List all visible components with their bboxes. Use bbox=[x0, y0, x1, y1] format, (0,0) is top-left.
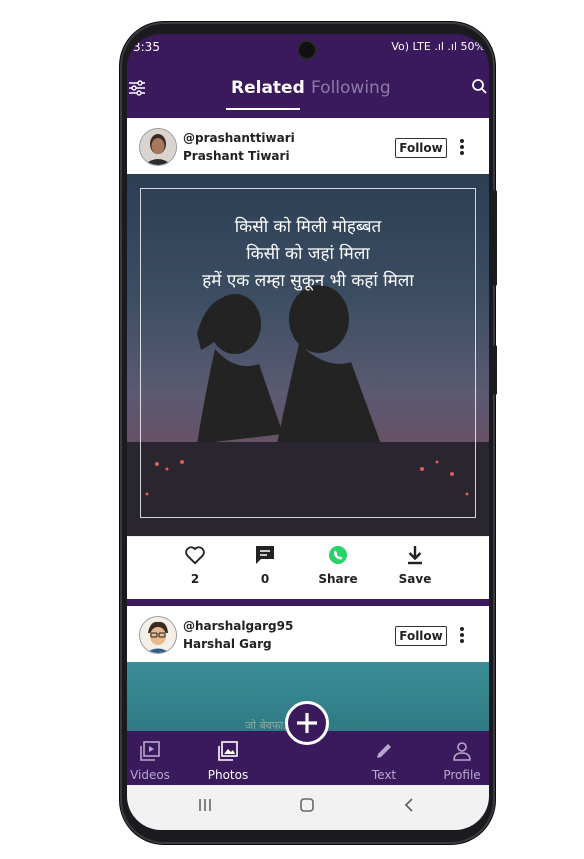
nav-text-label: Text bbox=[371, 768, 397, 782]
share-label: Share bbox=[318, 572, 358, 586]
feed[interactable]: @prashanttiwari Prashant Tiwari Follow क… bbox=[127, 118, 489, 732]
back-icon[interactable] bbox=[401, 797, 417, 817]
quote-line-1: किसी को मिली मोहब्बत bbox=[234, 217, 382, 237]
like-count: 2 bbox=[190, 572, 200, 586]
follow-button[interactable]: Follow bbox=[395, 626, 447, 646]
post-header: @harshalgarg95 Harshal Garg Follow bbox=[127, 606, 489, 662]
nav-photos-label: Photos bbox=[207, 768, 249, 782]
more-options-icon[interactable] bbox=[459, 626, 465, 648]
comment-count: 0 bbox=[260, 572, 270, 586]
avatar[interactable] bbox=[139, 128, 177, 166]
avatar[interactable] bbox=[139, 616, 177, 654]
top-bar: Related Following bbox=[127, 62, 489, 118]
comment-icon bbox=[256, 546, 274, 564]
post-author-name: Prashant Tiwari bbox=[183, 149, 290, 163]
front-camera bbox=[299, 42, 315, 58]
nav-profile-label: Profile bbox=[443, 768, 481, 782]
video-library-icon bbox=[140, 741, 160, 761]
nav-photos[interactable]: Photos bbox=[198, 741, 258, 782]
post-card: @prashanttiwari Prashant Tiwari Follow क… bbox=[127, 118, 489, 599]
tab-following[interactable]: Following bbox=[311, 78, 391, 98]
follow-button[interactable]: Follow bbox=[395, 138, 447, 158]
post-image[interactable]: किसी को मिली मोहब्बत किसी को जहां मिला ह… bbox=[127, 174, 489, 536]
save-button[interactable]: Save bbox=[385, 545, 445, 586]
active-tab-indicator bbox=[226, 108, 300, 110]
tab-related[interactable]: Related bbox=[231, 78, 305, 98]
screen: 3:35 Vo) LTE .ıl .ıl 50% Related Followi… bbox=[127, 34, 489, 830]
nav-text[interactable]: Text bbox=[354, 741, 414, 782]
post-header: @prashanttiwari Prashant Tiwari Follow bbox=[127, 118, 489, 174]
volume-button bbox=[493, 190, 497, 286]
heart-icon bbox=[185, 546, 205, 565]
post-username[interactable]: @prashanttiwari bbox=[183, 131, 295, 145]
like-button[interactable]: 2 bbox=[165, 545, 225, 586]
search-icon[interactable] bbox=[471, 78, 487, 98]
comment-button[interactable]: 0 bbox=[235, 545, 295, 586]
quote-line-2: किसी को जहां मिला bbox=[246, 244, 370, 264]
plus-icon bbox=[297, 713, 317, 733]
add-post-button[interactable] bbox=[285, 701, 329, 745]
post-author-name: Harshal Garg bbox=[183, 637, 272, 651]
filter-icon[interactable] bbox=[129, 80, 145, 100]
bottom-nav: Videos Photos Text Profile bbox=[127, 701, 489, 785]
post-quote: किसी को मिली मोहब्बत किसी को जहां मिला ह… bbox=[127, 214, 489, 295]
power-button bbox=[493, 345, 497, 395]
home-icon[interactable] bbox=[299, 797, 315, 817]
nav-profile[interactable]: Profile bbox=[432, 741, 489, 782]
more-options-icon[interactable] bbox=[459, 138, 465, 160]
status-time: 3:35 bbox=[133, 40, 160, 54]
system-nav-bar bbox=[127, 785, 489, 830]
recents-icon[interactable] bbox=[197, 797, 213, 817]
post-actions: 2 0 Share Save bbox=[127, 536, 489, 599]
share-button[interactable]: Share bbox=[308, 545, 368, 586]
person-icon bbox=[453, 742, 471, 761]
post-username[interactable]: @harshalgarg95 bbox=[183, 619, 293, 633]
save-label: Save bbox=[398, 572, 432, 586]
pencil-icon bbox=[377, 744, 391, 758]
photo-library-icon bbox=[218, 741, 238, 761]
quote-line-3: हमें एक लम्हा सुकून भी कहां मिला bbox=[202, 271, 414, 291]
nav-videos-label: Videos bbox=[130, 768, 170, 782]
nav-videos[interactable]: Videos bbox=[127, 741, 180, 782]
download-icon bbox=[408, 546, 422, 565]
status-bar: 3:35 Vo) LTE .ıl .ıl 50% bbox=[127, 34, 489, 62]
whatsapp-icon bbox=[329, 546, 347, 564]
status-indicators: Vo) LTE .ıl .ıl 50% bbox=[391, 40, 485, 53]
